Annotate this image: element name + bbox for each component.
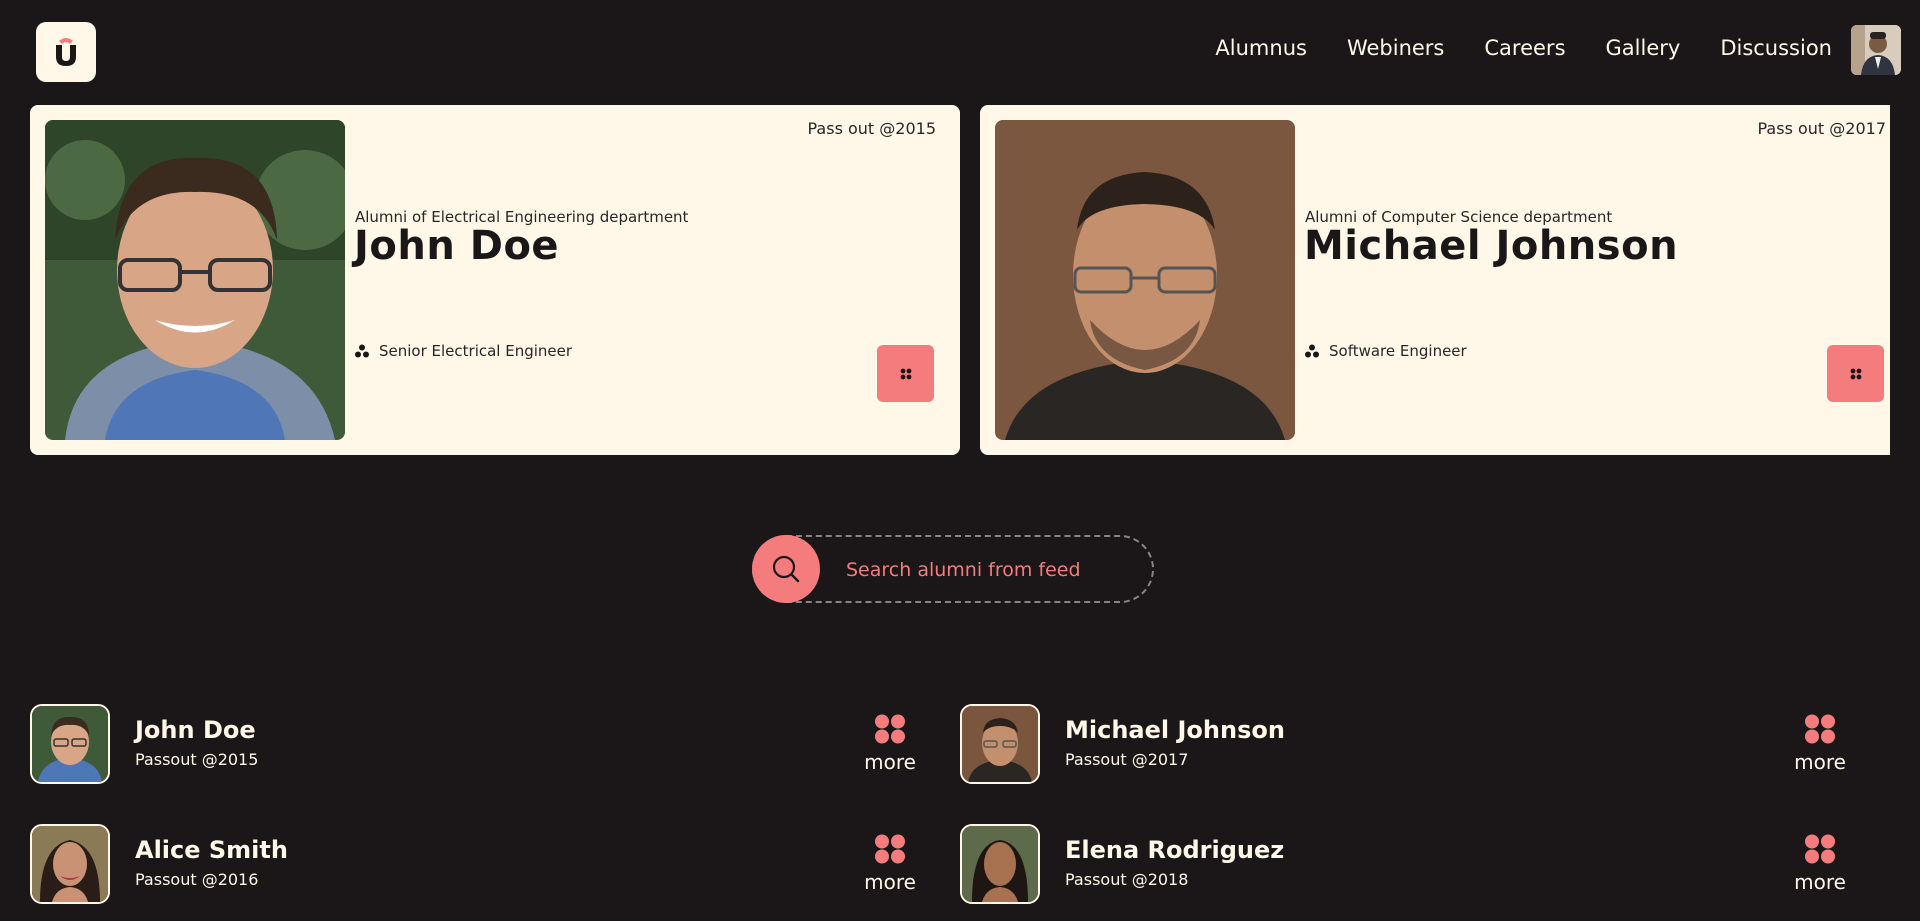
- passout-year: Passout @2015: [135, 750, 259, 769]
- alumni-name: Michael Johnson: [1065, 716, 1285, 744]
- user-avatar[interactable]: [1851, 25, 1901, 75]
- more-label: more: [1794, 870, 1846, 894]
- alumni-role: Software Engineer: [1305, 342, 1467, 360]
- avatar-photo: [1851, 25, 1901, 75]
- nav-item-webiners[interactable]: Webiners: [1347, 36, 1444, 60]
- alumni-photo: [45, 120, 345, 440]
- app-logo[interactable]: [36, 22, 96, 82]
- featured-card: Pass out @2017 Alumni of Computer Scienc…: [980, 105, 1890, 455]
- list-item: Elena Rodriguez Passout @2018 more: [960, 824, 1860, 904]
- more-button[interactable]: more: [1780, 834, 1860, 899]
- more-options-button[interactable]: [877, 345, 934, 402]
- dots-grid-icon: [900, 368, 911, 379]
- search-input[interactable]: [846, 553, 1136, 587]
- nav-item-careers[interactable]: Careers: [1484, 36, 1565, 60]
- alumni-avatar[interactable]: [30, 824, 110, 904]
- passout-year: Passout @2016: [135, 870, 259, 889]
- header: Alumnus Webiners Careers Gallery Discuss…: [0, 0, 1920, 102]
- search-icon: [772, 555, 800, 583]
- alumni-avatar[interactable]: [960, 824, 1040, 904]
- more-button[interactable]: more: [850, 834, 930, 899]
- nav-item-discussion[interactable]: Discussion: [1720, 36, 1832, 60]
- role-label: Software Engineer: [1329, 342, 1467, 360]
- list-item: John Doe Passout @2015 more: [30, 704, 930, 784]
- nav-item-gallery[interactable]: Gallery: [1606, 36, 1681, 60]
- list-item: Michael Johnson Passout @2017 more: [960, 704, 1860, 784]
- passout-year: Passout @2017: [1065, 750, 1189, 769]
- search-button[interactable]: [752, 535, 820, 603]
- alumni-name: Alice Smith: [135, 836, 288, 864]
- more-label: more: [1794, 750, 1846, 774]
- passout-year: Passout @2018: [1065, 870, 1189, 889]
- dots-grid-icon: [1805, 714, 1835, 744]
- dots-grid-icon: [1850, 368, 1861, 379]
- alumni-avatar[interactable]: [30, 704, 110, 784]
- more-button[interactable]: more: [1780, 714, 1860, 779]
- more-options-button[interactable]: [1827, 345, 1884, 402]
- role-label: Senior Electrical Engineer: [379, 342, 573, 360]
- alumni-name: John Doe: [354, 223, 560, 269]
- passout-year: Pass out @2015: [807, 119, 937, 138]
- dots-grid-icon: [875, 714, 905, 744]
- passout-year: Pass out @2017: [1757, 119, 1887, 138]
- dots-grid-icon: [875, 834, 905, 864]
- role-icon: [355, 344, 369, 358]
- dots-grid-icon: [1805, 834, 1835, 864]
- alumni-name: Elena Rodriguez: [1065, 836, 1285, 864]
- main-nav: Alumnus Webiners Careers Gallery Discuss…: [1215, 36, 1832, 60]
- nav-item-alumnus[interactable]: Alumnus: [1215, 36, 1307, 60]
- role-icon: [1305, 344, 1319, 358]
- alumni-avatar[interactable]: [960, 704, 1040, 784]
- list-item: Alice Smith Passout @2016 more: [30, 824, 930, 904]
- logo-icon: [56, 38, 76, 66]
- more-button[interactable]: more: [850, 714, 930, 779]
- alumni-role: Senior Electrical Engineer: [355, 342, 572, 360]
- alumni-photo: [995, 120, 1295, 440]
- more-label: more: [864, 750, 916, 774]
- alumni-name: Michael Johnson: [1304, 223, 1679, 269]
- alumni-name: John Doe: [135, 716, 256, 744]
- alumni-search: [752, 535, 1154, 603]
- featured-card: Pass out @2015 Alumni of Electrical Engi…: [30, 105, 960, 455]
- more-label: more: [864, 870, 916, 894]
- featured-alumni-carousel: Pass out @2015 Alumni of Electrical Engi…: [30, 105, 1890, 455]
